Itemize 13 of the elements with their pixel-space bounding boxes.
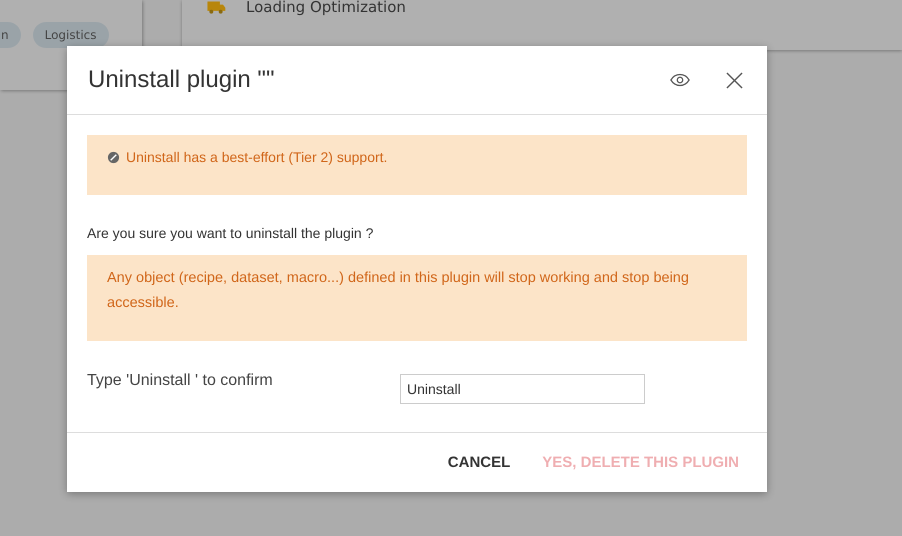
tag[interactable]: n [0,22,21,48]
confirm-input[interactable]: Uninstall [400,374,645,404]
warning-text: Any object (recipe, dataset, macro...) defined in this plugin will stop working and stop being accessible. [107,270,689,311]
eye-icon[interactable] [670,73,690,87]
tag[interactable]: Logistics [32,22,109,48]
cancel-button[interactable]: CANCEL [440,448,518,477]
card-title: Loading Optimization [246,0,406,16]
question-text: Are you sure you want to uninstall the plugin ? [87,225,374,241]
confirm-label: Type 'Uninstall ' to confirm [87,372,274,390]
close-icon[interactable] [726,72,743,88]
notice-text: Uninstall has a best-effort (Tier 2) support. [126,149,388,165]
dialog-title: Uninstall plugin "" [88,66,276,94]
badge-icon [107,151,120,164]
